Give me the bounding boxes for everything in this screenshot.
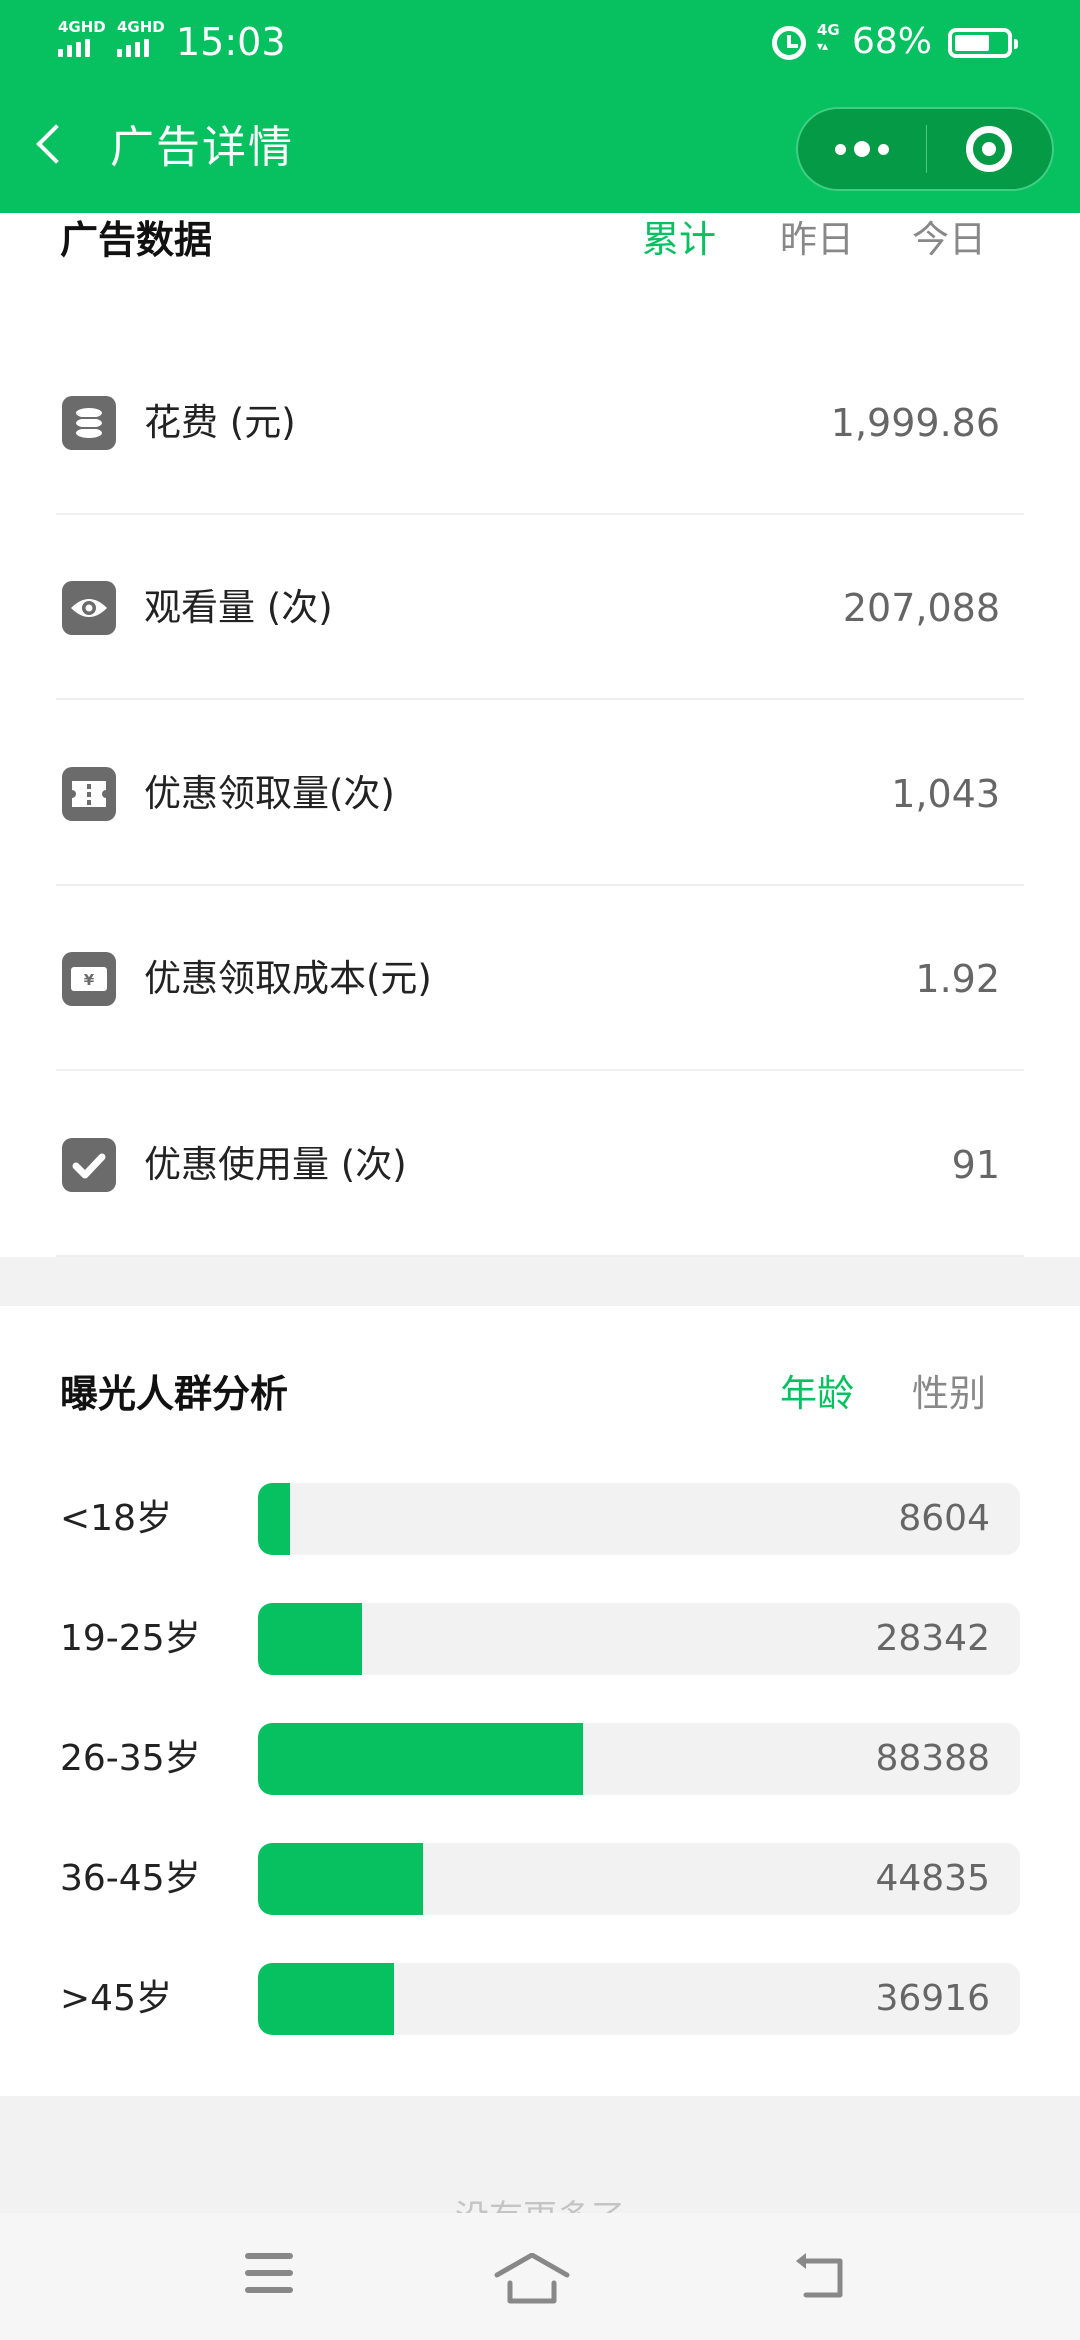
metric-label: 优惠领取成本(元): [144, 957, 432, 1000]
signal-1-label: 4GHD: [58, 18, 106, 36]
metric-label: 花费 (元): [144, 401, 296, 444]
clock: 15:03: [176, 20, 286, 64]
ticket-icon: [62, 767, 116, 821]
tab-yesterday[interactable]: 昨日: [780, 215, 854, 265]
yuan-coupon-icon: ¥: [62, 952, 116, 1006]
metric-value: 1,999.86: [830, 401, 1000, 445]
age-bar-row: >45岁 36916: [0, 1963, 1080, 2035]
close-mini-program-button[interactable]: [966, 126, 1012, 172]
signal-bars-icon: [117, 39, 165, 57]
signal-bars-icon: [58, 39, 106, 57]
ad-data-title: 广告数据: [60, 218, 213, 262]
age-bar-track: 8604: [258, 1483, 1020, 1555]
age-label: 36-45岁: [60, 1858, 201, 1899]
4g-data-icon: 4G ▾▴: [817, 21, 840, 53]
page-title: 广告详情: [110, 122, 294, 173]
age-bar-track: 88388: [258, 1723, 1020, 1795]
eye-icon: [62, 581, 116, 635]
battery-icon: [948, 28, 1018, 58]
menu-button[interactable]: [242, 2253, 302, 2303]
age-label: 26-35岁: [60, 1738, 201, 1779]
battery-level: [955, 35, 989, 51]
coins-stack-icon: [62, 396, 116, 450]
metric-row-coupon-claims: 优惠领取量(次) 1,043: [0, 701, 1080, 886]
age-bar-fill: [258, 1723, 584, 1795]
tab-age[interactable]: 年龄: [780, 1369, 854, 1419]
signal-strength-1: 4GHD: [58, 20, 106, 57]
svg-text:¥: ¥: [84, 971, 95, 989]
age-count: 28342: [875, 1618, 990, 1659]
age-label: 19-25岁: [60, 1618, 201, 1659]
divider: [56, 1069, 1024, 1071]
age-bar-fill: [258, 1843, 423, 1915]
tab-gender[interactable]: 性别: [912, 1369, 986, 1419]
alarm-icon: [772, 26, 806, 60]
age-bar-row: 19-25岁 28342: [0, 1603, 1080, 1675]
age-bar-row: <18岁 8604: [0, 1483, 1080, 1555]
metric-value: 1,043: [891, 772, 1000, 816]
ad-data-card: 广告数据 累计 昨日 今日 花费 (元) 1,999.86 观看量 (次) 20…: [0, 213, 1080, 1257]
metric-label: 观看量 (次): [144, 586, 333, 629]
divider: [56, 698, 1024, 700]
signal-strength-2: 4GHD: [117, 20, 165, 57]
system-back-button[interactable]: [792, 2253, 852, 2303]
checkmark-icon: [62, 1138, 116, 1192]
metric-row-spend: 花费 (元) 1,999.86: [0, 330, 1080, 515]
metric-value: 1.92: [915, 957, 1000, 1001]
age-bar-fill: [258, 1963, 394, 2035]
metric-row-coupon-cost: ¥ 优惠领取成本(元) 1.92: [0, 886, 1080, 1071]
age-bar-fill: [258, 1483, 290, 1555]
audience-card: 曝光人群分析 年龄 性别 <18岁 8604 19-25岁 28342 26-35岁 88…: [0, 1306, 1080, 2096]
age-bar-row: 26-35岁 88388: [0, 1723, 1080, 1795]
back-button[interactable]: [30, 118, 70, 168]
system-navigation-bar: [0, 2213, 1080, 2340]
status-bar: 4GHD 4GHD 15:03 4G ▾▴ 68%: [0, 0, 1080, 84]
metric-label: 优惠使用量 (次): [144, 1143, 407, 1186]
age-label: <18岁: [60, 1498, 172, 1539]
capsule-divider: [926, 125, 927, 173]
age-bar-fill: [258, 1603, 363, 1675]
home-button[interactable]: [492, 2252, 570, 2304]
metric-label: 优惠领取量(次): [144, 772, 395, 815]
age-count: 36916: [875, 1978, 990, 2019]
divider: [56, 1255, 1024, 1257]
more-button[interactable]: [798, 109, 926, 189]
age-bar-track: 44835: [258, 1843, 1020, 1915]
battery-percent: 68%: [852, 21, 933, 62]
age-bar-track: 28342: [258, 1603, 1020, 1675]
age-bar-track: 36916: [258, 1963, 1020, 2035]
metric-row-coupon-usage: 优惠使用量 (次) 91: [0, 1072, 1080, 1257]
top-bar: 4GHD 4GHD 15:03 4G ▾▴ 68% 广告详情: [0, 0, 1080, 213]
age-count: 8604: [898, 1498, 990, 1539]
metric-row-views: 观看量 (次) 207,088: [0, 515, 1080, 700]
home-icon: [494, 2252, 570, 2304]
more-dots-icon: [835, 143, 846, 155]
metric-value: 207,088: [842, 586, 1000, 630]
signal-2-label: 4GHD: [117, 18, 165, 36]
back-arrow-icon: [796, 2253, 843, 2298]
age-label: >45岁: [60, 1978, 172, 2019]
tab-cumulative[interactable]: 累计: [642, 215, 716, 265]
metric-value: 91: [951, 1143, 1000, 1187]
age-bar-row: 36-45岁 44835: [0, 1843, 1080, 1915]
tab-today[interactable]: 今日: [912, 215, 986, 265]
mini-program-capsule: [796, 107, 1054, 191]
audience-title: 曝光人群分析: [60, 1372, 289, 1416]
age-count: 44835: [875, 1858, 990, 1899]
age-count: 88388: [875, 1738, 990, 1779]
